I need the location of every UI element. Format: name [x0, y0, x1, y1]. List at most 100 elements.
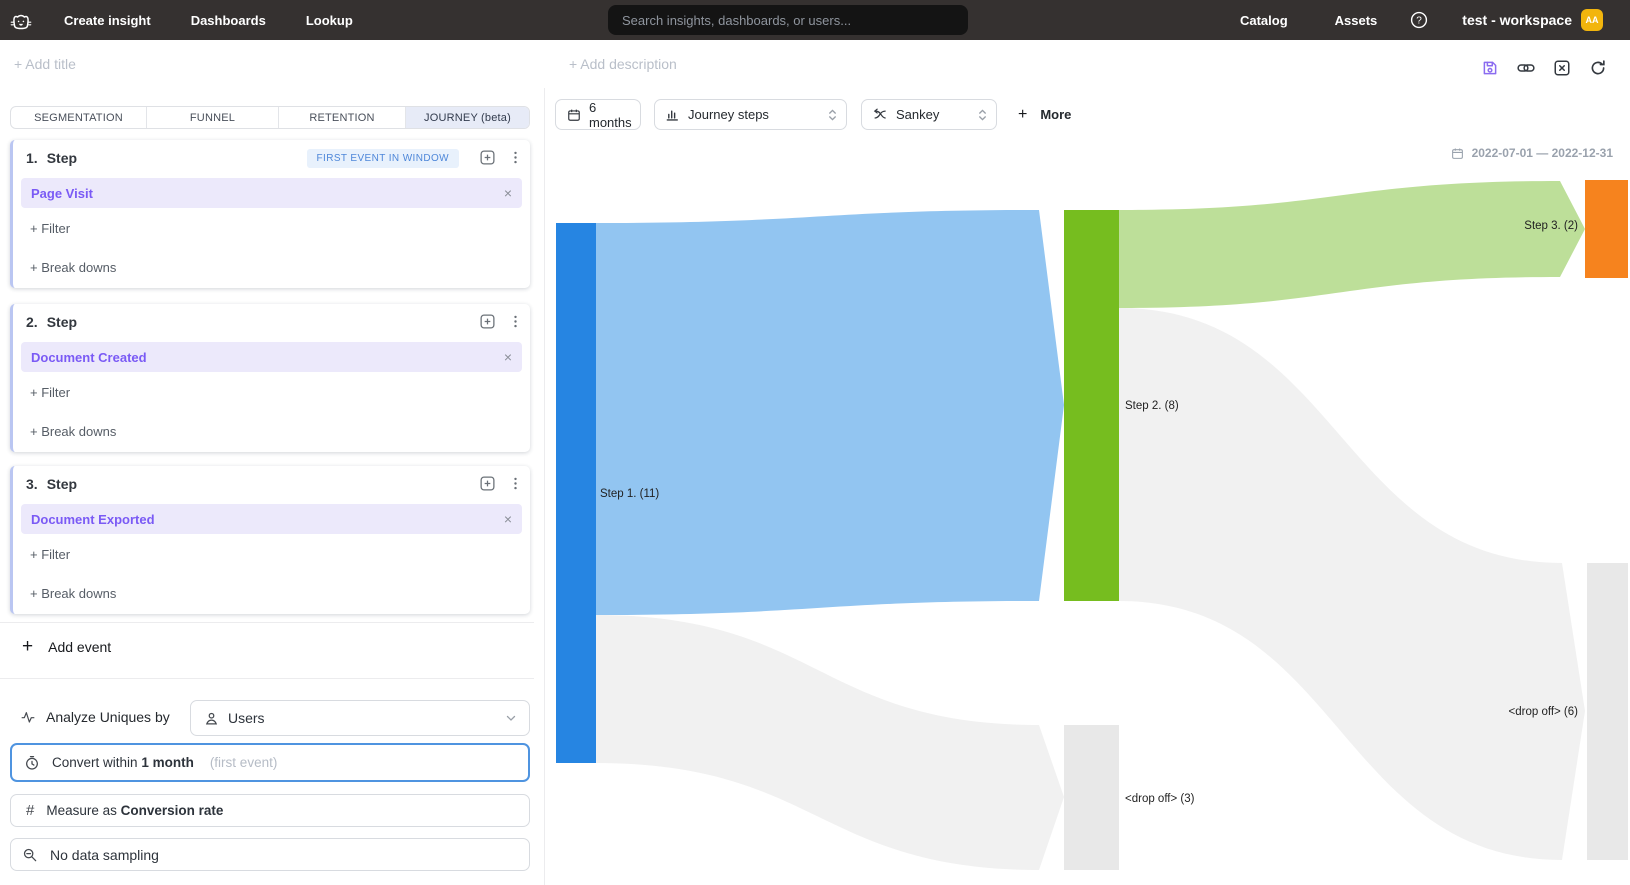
sankey-label-step3: Step 3. (2)	[1524, 220, 1578, 232]
tab-journey[interactable]: JOURNEY (beta)	[406, 107, 529, 128]
step-2-menu-icon[interactable]	[507, 313, 524, 330]
measure-as-setting[interactable]: # Measure as Conversion rate	[10, 794, 530, 827]
add-description-button[interactable]: + Add description	[569, 56, 677, 72]
bar-chart-icon	[665, 108, 679, 122]
step-1-header: 1. Step	[26, 150, 77, 166]
step-1-add-breakdowns[interactable]: + Break downs	[30, 260, 116, 275]
analyze-by-value: Users	[228, 710, 265, 726]
sankey-link-step1-step2[interactable]	[596, 210, 1064, 615]
divider-below-add-event	[0, 678, 534, 679]
sankey-icon	[872, 107, 887, 122]
sankey-node-step2[interactable]	[1064, 210, 1119, 601]
sankey-chart: Step 1. (11) Step 2. (8) Step 3. (2) <dr…	[535, 160, 1630, 885]
step-card-2: 2.Step Document Created × + Filter + Bre…	[10, 304, 530, 452]
chart-type-select[interactable]: Sankey	[861, 99, 997, 130]
step-1-event-name: Page Visit	[31, 186, 93, 201]
svg-text:?: ?	[1417, 16, 1423, 27]
step-2-event-name: Document Created	[31, 350, 147, 365]
analyze-uniques-label: Analyze Uniques by	[46, 709, 170, 725]
chart-date-range-value: 2022-07-01 — 2022-12-31	[1472, 146, 1613, 160]
conversion-window-setting[interactable]: Convert within 1 month (first event)	[10, 743, 530, 782]
data-sampling-setting[interactable]: No data sampling	[10, 838, 530, 871]
refresh-icon[interactable]	[1589, 59, 1607, 77]
step-2-remove-event-icon[interactable]: ×	[504, 350, 512, 364]
divider-above-add-event	[0, 622, 534, 623]
analyze-by-select[interactable]: Users	[190, 700, 530, 736]
convert-within-text: Convert within 1 month	[52, 755, 194, 770]
sankey-node-step3[interactable]	[1585, 180, 1628, 278]
add-event-button[interactable]: + Add event	[22, 637, 111, 656]
step-1-add-filter[interactable]: + Filter	[30, 221, 70, 236]
conversion-window-value: 1 month	[141, 755, 194, 770]
pulse-icon	[20, 709, 36, 725]
conversion-window-hint: (first event)	[210, 755, 278, 770]
sankey-node-step1[interactable]	[556, 223, 596, 763]
save-icon[interactable]	[1481, 59, 1499, 77]
sankey-node-dropoff-1[interactable]	[1064, 725, 1119, 870]
person-icon	[204, 711, 219, 726]
step-3-title: Step	[47, 476, 77, 492]
step-3-event-pill[interactable]: Document Exported ×	[21, 504, 522, 534]
view-tabs: SEGMENTATION FUNNEL RETENTION JOURNEY (b…	[10, 106, 530, 129]
chevron-down-icon	[505, 712, 517, 724]
sankey-node-dropoff-2[interactable]	[1587, 563, 1628, 860]
date-range-button[interactable]: 6 months	[555, 99, 641, 130]
step-2-add-breakdowns[interactable]: + Break downs	[30, 424, 116, 439]
step-2-event-pill[interactable]: Document Created ×	[21, 342, 522, 372]
more-label: More	[1040, 107, 1071, 122]
user-avatar[interactable]: AA	[1581, 9, 1603, 31]
measure-as-text: Measure as Conversion rate	[46, 803, 223, 818]
measure-as-value: Conversion rate	[121, 803, 224, 818]
step-3-add-filter[interactable]: + Filter	[30, 547, 70, 562]
nav-lookup[interactable]: Lookup	[306, 13, 353, 28]
add-title-button[interactable]: + Add title	[14, 56, 76, 72]
main-menu: Create insight Dashboards Lookup	[64, 0, 353, 40]
nav-assets[interactable]: Assets	[1335, 13, 1378, 28]
tab-segmentation[interactable]: SEGMENTATION	[11, 107, 147, 128]
nav-dashboards[interactable]: Dashboards	[191, 13, 266, 28]
nav-create-insight[interactable]: Create insight	[64, 13, 151, 28]
step-3-remove-event-icon[interactable]: ×	[504, 512, 512, 526]
add-step-after-2-icon[interactable]	[479, 313, 496, 330]
nav-catalog[interactable]: Catalog	[1240, 13, 1288, 28]
select-chevrons-icon	[827, 108, 838, 122]
calendar-icon	[1451, 147, 1464, 160]
tab-funnel[interactable]: FUNNEL	[147, 107, 279, 128]
chart-date-range: 2022-07-01 — 2022-12-31	[1451, 146, 1613, 160]
global-search-input[interactable]	[608, 5, 968, 35]
first-event-badge: FIRST EVENT IN WINDOW	[307, 149, 459, 168]
add-step-after-1-icon[interactable]	[479, 149, 496, 166]
step-1-index: 1.	[26, 150, 38, 166]
step-1-event-pill[interactable]: Page Visit ×	[21, 178, 522, 208]
step-1-menu-icon[interactable]	[507, 149, 524, 166]
clear-insight-icon[interactable]	[1553, 59, 1571, 77]
magnifier-minus-icon	[22, 847, 38, 863]
breakdown-select[interactable]: Journey steps	[654, 99, 847, 130]
step-3-add-breakdowns[interactable]: + Break downs	[30, 586, 116, 601]
analyze-uniques-row: Analyze Uniques by	[20, 709, 170, 725]
sankey-link-step1-dropoff[interactable]	[596, 615, 1064, 870]
help-icon[interactable]: ?	[1410, 11, 1428, 29]
tab-retention[interactable]: RETENTION	[279, 107, 406, 128]
step-3-menu-icon[interactable]	[507, 475, 524, 492]
workspace-name[interactable]: test - workspace	[1462, 12, 1572, 28]
top-nav-bar: Create insight Dashboards Lookup Catalog…	[0, 0, 1630, 40]
step-2-header: 2.Step	[26, 314, 77, 330]
sankey-link-step2-dropoff[interactable]	[1119, 308, 1585, 860]
add-step-after-3-icon[interactable]	[479, 475, 496, 492]
more-options-button[interactable]: + More	[1018, 99, 1071, 130]
top-right-menu: Catalog Assets ? test - workspace AA	[1240, 0, 1630, 40]
copy-link-icon[interactable]	[1517, 59, 1535, 77]
step-2-add-filter[interactable]: + Filter	[30, 385, 70, 400]
step-3-index: 3.	[26, 476, 38, 492]
step-3-event-name: Document Exported	[31, 512, 155, 527]
step-2-title: Step	[47, 314, 77, 330]
sankey-label-step1: Step 1. (11)	[600, 488, 659, 500]
sankey-label-step2: Step 2. (8)	[1125, 400, 1179, 412]
sankey-link-step2-step3[interactable]	[1119, 181, 1585, 308]
step-card-1: 1. Step FIRST EVENT IN WINDOW Page Visit …	[10, 140, 530, 288]
step-card-3: 3. Step Document Exported × + Filter + Br…	[10, 466, 530, 614]
step-1-remove-event-icon[interactable]: ×	[504, 186, 512, 200]
app-logo-cat-icon[interactable]	[9, 8, 33, 37]
step-1-title: Step	[47, 150, 77, 166]
